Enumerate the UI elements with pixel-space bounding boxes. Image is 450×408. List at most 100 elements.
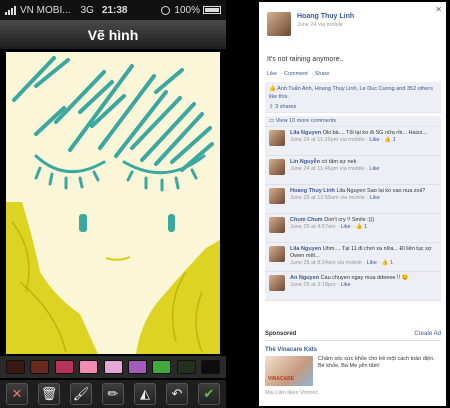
ad-brand: VINACARE xyxy=(268,376,295,382)
comment-item: An Nguyen Cau chuyen ngay mua ddeeee !! … xyxy=(265,272,441,301)
comment-like-count[interactable]: 👍 1 xyxy=(384,137,395,143)
clock: 21:38 xyxy=(101,4,128,16)
network-label: 3G xyxy=(80,4,94,16)
post-time[interactable]: June 24 via mobile xyxy=(297,22,354,28)
commenter-name[interactable]: Lila Nguyen xyxy=(290,130,321,136)
ad-image[interactable]: VINACARE xyxy=(265,356,313,386)
comment-text: Cau chuyen ngay mua ddeeee !! 😉 xyxy=(320,275,409,281)
shares-text: 3 shares xyxy=(275,104,297,110)
commenter-name[interactable]: Lin Nguyễn xyxy=(290,159,320,165)
color-palette xyxy=(0,356,226,378)
tear-marks xyxy=(79,214,175,232)
create-ad-link[interactable]: Create Ad xyxy=(414,331,441,337)
comment-like-link[interactable]: Like xyxy=(370,195,380,201)
comment-item: Chum Chum Don't cry !! Smile :))) June 25… xyxy=(265,214,441,243)
thumbs-up-icon: 👍 xyxy=(269,86,276,92)
trash-tool[interactable]: 🗑 xyxy=(38,383,60,405)
battery-label: 100% xyxy=(174,4,200,16)
color-swatch[interactable] xyxy=(201,360,220,374)
comment-time[interactable]: June 25 at 4:57am xyxy=(290,224,336,230)
mouth-stroke xyxy=(105,256,131,261)
comment-item: Lila Nguyen Uhm.... Tại 11 đi chơi xa nữ… xyxy=(265,243,441,272)
signal-icon xyxy=(5,5,16,15)
eye-strokes xyxy=(34,154,206,192)
app-title: Vẽ hình xyxy=(87,26,139,43)
phone-screen: VN MOBI... 3G 21:38 100% Vẽ hình ✕ 🗑 🖌 ✏… xyxy=(0,0,226,408)
like-link[interactable]: Like xyxy=(267,71,277,77)
comment-text: Oki bà.... Tối lại ko đi SG nữa rồi... H… xyxy=(322,130,427,136)
sponsored-heading: Sponsored xyxy=(265,331,297,337)
pencil-tool[interactable]: ✏ xyxy=(102,383,124,405)
app-title-bar: Vẽ hình xyxy=(0,20,226,50)
comment-like-count[interactable]: 👍 1 xyxy=(355,224,366,230)
comment-like-count[interactable]: 👍 1 xyxy=(382,260,393,266)
color-swatch[interactable] xyxy=(152,360,172,374)
commenter-name[interactable]: Lila Nguyen xyxy=(290,246,321,252)
comment-link[interactable]: Comment xyxy=(284,71,308,77)
color-swatch[interactable] xyxy=(103,360,123,374)
undo-tool[interactable]: ↶ xyxy=(166,383,188,405)
comment-text: Lila Nguyen Sao lại ko vao nua zoii? xyxy=(336,188,426,194)
comment-like-link[interactable]: Like xyxy=(367,260,377,266)
close-tool[interactable]: ✕ xyxy=(6,383,28,405)
commenter-avatar[interactable] xyxy=(269,275,285,291)
comment-text: có tâm sự nek xyxy=(321,159,357,165)
comment-time[interactable]: June 25 at 8:24am via mobile xyxy=(290,260,362,266)
comment-like-link[interactable]: Like xyxy=(340,224,350,230)
comment-like-link[interactable]: Like xyxy=(340,282,350,288)
commenter-name[interactable]: Chum Chum xyxy=(290,217,323,223)
commenter-name[interactable]: Hoang Thuy Linh xyxy=(290,188,335,194)
commenter-avatar[interactable] xyxy=(269,217,285,233)
likes-text: Anh Tuấn Anh, Hoang Thuy Linh, Le Duc Cu… xyxy=(269,86,433,100)
drawing xyxy=(6,56,220,354)
ad-text: Chăm sóc sức khỏe cho trẻ một cách toàn … xyxy=(318,356,435,369)
color-swatch[interactable] xyxy=(176,360,196,374)
comment-time[interactable]: June 25 at 12:59am via mobile xyxy=(290,195,365,201)
comment-like-link[interactable]: Like xyxy=(369,166,379,172)
tool-bar: ✕ 🗑 🖌 ✏ ◭ ↶ ✔ xyxy=(0,380,226,408)
post-header: Hoang Thuy Linh June 24 via mobile xyxy=(267,12,354,36)
author-avatar[interactable] xyxy=(267,12,291,36)
commenter-avatar[interactable] xyxy=(269,130,285,146)
comment-like-link[interactable]: Like xyxy=(369,137,379,143)
color-swatch[interactable] xyxy=(6,360,25,374)
commenter-avatar[interactable] xyxy=(269,246,285,262)
commenter-avatar[interactable] xyxy=(269,188,285,204)
comment-item: Lila Nguyen Oki bà.... Tối lại ko đi SG … xyxy=(265,127,441,156)
color-swatch[interactable] xyxy=(54,360,74,374)
share-link[interactable]: Share xyxy=(315,71,330,77)
comment-time[interactable]: June 24 at 11:46pm via mobile xyxy=(290,166,365,172)
close-icon[interactable]: ✕ xyxy=(435,5,442,14)
share-icon: ⇪ xyxy=(269,104,274,110)
hair-strokes xyxy=(12,56,214,172)
ad-social-context: Mai Liên likes Vinmec. xyxy=(265,390,320,396)
hair-right xyxy=(136,240,220,354)
color-swatch[interactable] xyxy=(79,360,99,374)
post-actions: Like · Comment · Share xyxy=(267,71,330,77)
commenter-name[interactable]: An Nguyen xyxy=(290,275,319,281)
shares-summary[interactable]: ⇪ 3 shares xyxy=(265,102,441,113)
view-more-comments[interactable]: ▭ View 10 more comments xyxy=(265,116,441,127)
facebook-post-panel: ✕ Hoang Thuy Linh June 24 via mobile It'… xyxy=(259,2,446,406)
view-more-text: View 10 more comments xyxy=(275,118,337,124)
post-author[interactable]: Hoang Thuy Linh xyxy=(297,13,354,20)
carrier-label: VN MOBI... xyxy=(20,4,71,16)
color-swatch[interactable] xyxy=(30,360,50,374)
post-text: It's not raining anymore.. xyxy=(267,56,344,63)
sponsored-section: Sponsored Create Ad Thẻ Vinacare Kids VI… xyxy=(265,331,441,396)
commenter-avatar[interactable] xyxy=(269,159,285,175)
comment-item: Hoang Thuy Linh Lila Nguyen Sao lại ko v… xyxy=(265,185,441,214)
comments-icon: ▭ xyxy=(269,118,275,124)
comment-text: Don't cry !! Smile :))) xyxy=(324,217,375,223)
comment-time[interactable]: June 24 at 11:26pm via mobile xyxy=(290,137,365,143)
drawing-canvas[interactable] xyxy=(6,52,220,354)
ad-title[interactable]: Thẻ Vinacare Kids xyxy=(265,347,441,353)
brush-tool[interactable]: 🖌 xyxy=(70,383,92,405)
comment-time[interactable]: June 25 at 3:18pm xyxy=(290,282,336,288)
eraser-tool[interactable]: ◭ xyxy=(134,383,156,405)
color-swatch[interactable] xyxy=(127,360,147,374)
confirm-tool[interactable]: ✔ xyxy=(198,383,220,405)
rotation-lock-icon xyxy=(161,5,171,15)
comment-item: Lin Nguyễn có tâm sự nek June 24 at 11:46… xyxy=(265,156,441,185)
battery-icon xyxy=(203,6,221,14)
